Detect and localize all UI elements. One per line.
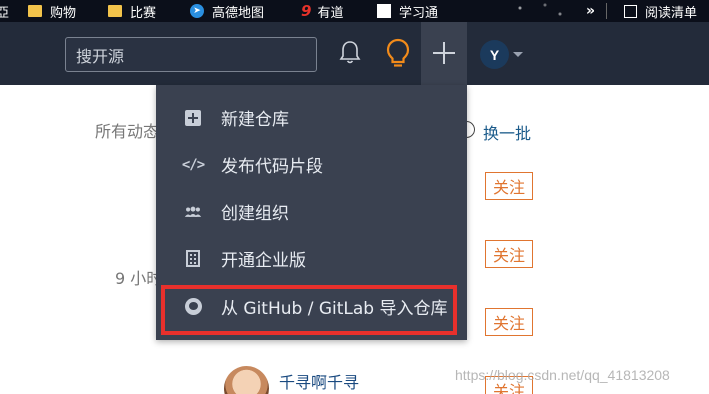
users-icon [184,203,202,221]
search-input[interactable]: 搜开源 [65,37,317,72]
bookmarks-overflow-button[interactable]: » [586,0,595,22]
reading-list-label: 阅读清单 [645,5,698,21]
menu-item-create-org[interactable]: 创建组织 [156,188,467,235]
watermark: https://blog.csdn.net/qq_41813208 [455,367,670,383]
caret-down-icon[interactable] [513,52,523,57]
reading-list-icon [624,4,637,18]
double-chevron-icon: » [586,3,596,19]
paper-plane-icon: ➤ [190,4,204,18]
menu-item-label: 开通企业版 [221,251,306,271]
top-nav: 搜开源 Y [0,22,709,85]
follow-button[interactable]: 关注 [485,308,533,336]
bookmark-label: 有道 [317,5,344,21]
user-avatar[interactable] [224,366,269,394]
bookmark-label: 比赛 [130,5,157,21]
bookmark-label: 高德地图 [212,5,265,21]
avatar-letter: Y [489,46,500,63]
menu-item-publish-snippet[interactable]: </> 发布代码片段 [156,141,467,188]
menu-item-new-repo[interactable]: 新建仓库 [156,94,467,141]
square-plus-icon [184,109,202,127]
bookmark-label: 购物 [50,5,77,21]
bookmark-xuexitong[interactable]: 学习通 [377,0,438,22]
follow-button[interactable]: 关注 [485,240,533,268]
bookmarks-bar: 亞 购物 比赛 ➤ 高德地图 9 有道 学习通 » 阅读清单 [0,0,709,22]
refresh-link[interactable]: 换一批 [483,120,531,144]
building-icon [184,250,202,268]
menu-item-label: 新建仓库 [221,110,289,130]
folder-icon [28,5,42,17]
bookmark-label: 学习通 [399,5,439,21]
bookmark-label: 亞 [0,5,10,21]
create-new-button[interactable] [421,22,467,85]
folder-icon [108,5,122,17]
bookmark-contest[interactable]: 比赛 [108,0,156,22]
lightbulb-icon[interactable] [384,37,412,69]
highlight-box [161,285,457,335]
youdao-icon: 9 [301,2,312,20]
bell-icon[interactable] [338,39,362,67]
user-name-link[interactable]: 千寻啊千寻 [279,369,359,393]
menu-item-enterprise[interactable]: 开通企业版 [156,235,467,282]
all-activity-title: 所有动态 [95,122,160,141]
search-placeholder: 搜开源 [76,46,125,66]
bookmark-youdao[interactable]: 9 有道 [301,0,343,22]
menu-item-label: 发布代码片段 [221,157,323,177]
follow-button[interactable]: 关注 [485,172,533,200]
bookmark-shopping[interactable]: 购物 [28,0,76,22]
code-icon: </> [181,156,205,173]
menu-item-label: 创建组织 [221,204,289,224]
reading-list-button[interactable]: 阅读清单 [624,0,697,22]
avatar[interactable]: Y [480,40,509,69]
page-icon [377,4,391,18]
bookmark-amap[interactable]: ➤ 高德地图 [190,0,264,22]
bookmarks-divider [606,3,607,19]
bookmark-item[interactable]: 亞 [0,0,9,22]
